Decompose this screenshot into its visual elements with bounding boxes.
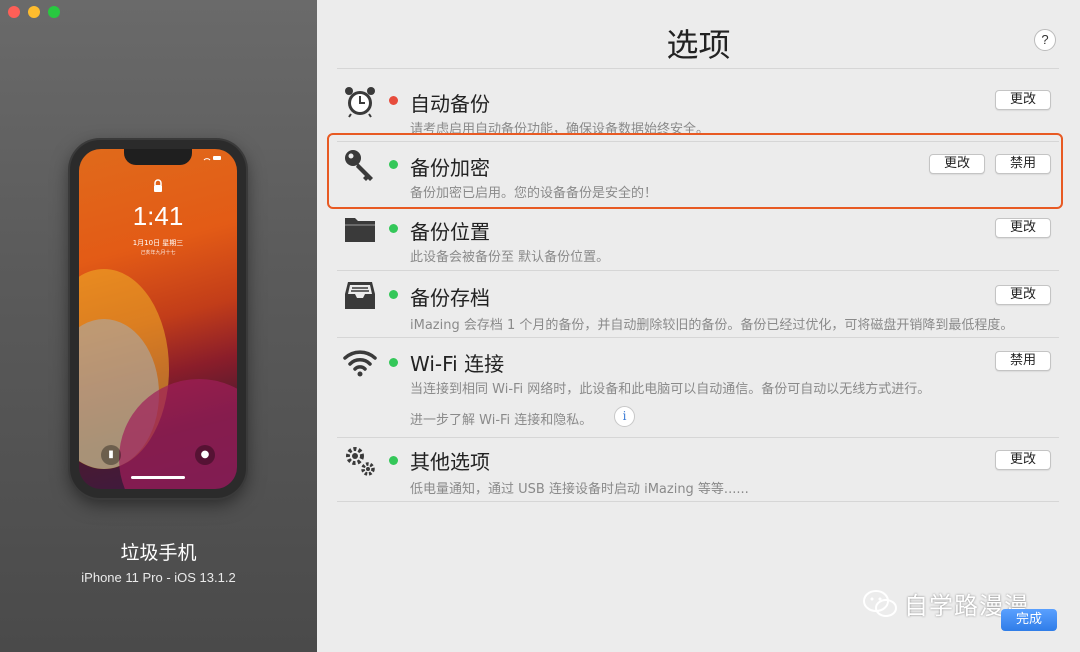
option-description: 此设备会被备份至 默认备份位置。 [410,250,610,265]
status-dot-green [389,290,398,299]
info-icon[interactable]: i [614,406,635,427]
option-description: 低电量通知，通过 USB 连接设备时启动 iMazing 等等...... [410,482,749,497]
divider [337,437,1059,438]
status-dot-red [389,96,398,105]
option-title: 备份位置 [410,220,490,244]
device-image: 1:41 1月10日 星期三 己亥年九月十七 ▮ ● [70,140,246,498]
divider [337,270,1059,271]
wechat-logo-icon [863,589,897,617]
home-indicator [131,476,185,479]
folder-icon [345,218,375,242]
flashlight-icon: ▮ [101,445,121,465]
camera-icon: ● [195,445,215,465]
change-button[interactable]: 更改 [995,285,1051,305]
lockscreen-lunar-date: 己亥年九月十七 [140,250,176,256]
alarm-clock-icon [345,87,375,118]
window-controls [8,6,60,18]
done-button[interactable]: 完成 [1001,609,1057,631]
disable-button[interactable]: 禁用 [995,351,1051,371]
option-description: iMazing 会存档 1 个月的备份，并自动删除较旧的备份。备份已经过优化，可… [410,318,1014,333]
page-title: 选项 [666,26,731,64]
padlock-icon [154,179,162,192]
zoom-window-button[interactable] [48,6,60,18]
device-sidebar: 1:41 1月10日 星期三 己亥年九月十七 ▮ ● 垃圾手机 iPhone 1… [0,0,317,652]
option-row-backup-location: 备份位置 此设备会被备份至 默认备份位置。 更改 [317,210,1080,268]
option-row-backup-archive: 备份存档 iMazing 会存档 1 个月的备份，并自动删除较旧的备份。备份已经… [317,276,1080,334]
status-dot-green [389,224,398,233]
option-row-wifi: Wi-Fi 连接 当连接到相同 Wi-Fi 网络时，此设备和此电脑可以自动通信。… [317,342,1080,434]
change-button[interactable]: 更改 [995,90,1051,110]
close-window-button[interactable] [8,6,20,18]
option-row-auto-backup: 自动备份 请考虑启用自动备份功能，确保设备数据始终安全。 更改 [317,80,1080,137]
status-bar-icons [203,156,221,161]
option-title: Wi-Fi 连接 [410,352,505,376]
option-title: 其他选项 [410,450,490,474]
wifi-icon [343,350,377,377]
device-notch [124,149,192,165]
divider [337,68,1059,69]
divider [337,501,1059,502]
option-row-other: 其他选项 低电量通知，通过 USB 连接设备时启动 iMazing 等等....… [317,442,1080,500]
highlight-annotation [327,133,1063,209]
change-button[interactable]: 更改 [995,218,1051,238]
lockscreen-date: 1月10日 星期三 [132,239,184,247]
learn-more-link[interactable]: 进一步了解 Wi-Fi 连接和隐私。 [410,409,592,428]
status-dot-green [389,358,398,367]
change-button[interactable]: 更改 [995,450,1051,470]
status-dot-green [389,456,398,465]
lockscreen-time: 1:41 [132,201,184,231]
gears-icon [346,447,375,476]
device-lockscreen: 1:41 1月10日 星期三 己亥年九月十七 ▮ ● [79,149,237,489]
device-name: 垃圾手机 [120,542,197,564]
divider [337,337,1059,338]
device-model: iPhone 11 Pro - iOS 13.1.2 [81,570,236,585]
option-description: 当连接到相同 Wi-Fi 网络时，此设备和此电脑可以自动通信。备份可自动以无线方… [410,382,931,397]
minimize-window-button[interactable] [28,6,40,18]
archive-tray-icon [345,282,375,309]
help-button[interactable]: ? [1034,29,1056,51]
option-title: 备份存档 [410,286,490,310]
option-title: 自动备份 [410,92,490,116]
options-panel: 选项 ? 自动备份 请考虑启用自动备份功能，确保设备数据始终安全。 更改 备份加… [317,0,1080,652]
